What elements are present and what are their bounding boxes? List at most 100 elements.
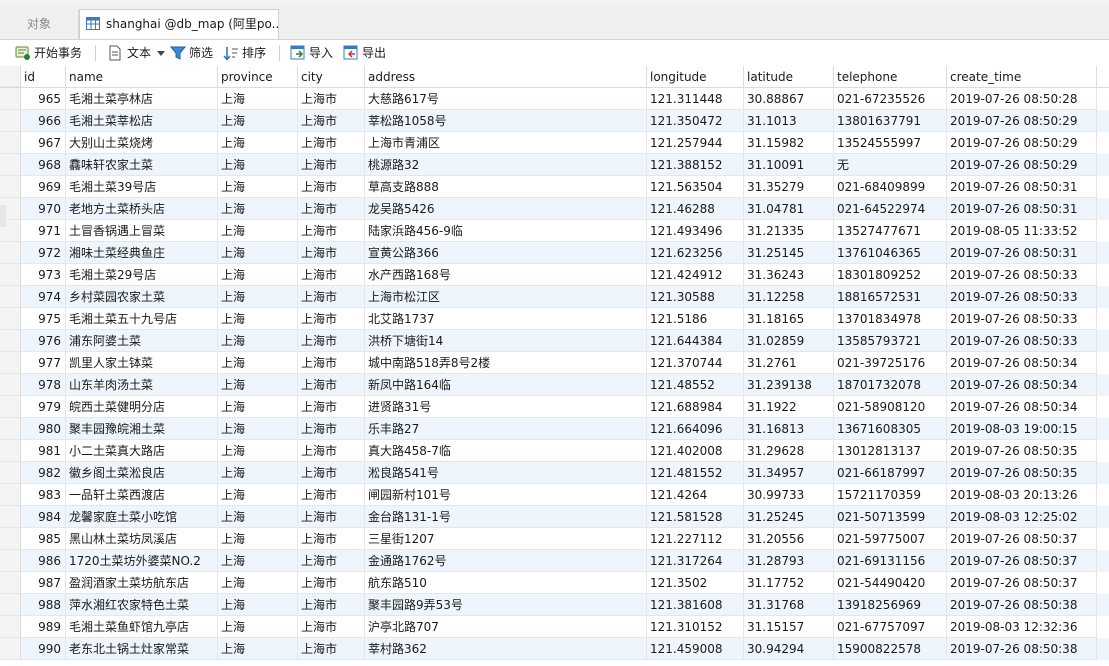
table-cell-longitude[interactable]: 121.481552 [647,462,744,484]
table-cell-longitude[interactable]: 121.227112 [647,528,744,550]
table-cell-id[interactable]: 988 [21,594,66,616]
table-cell-longitude[interactable]: 121.664096 [647,418,744,440]
table-cell-name[interactable]: 徽乡阁土菜淞良店 [66,462,218,484]
table-cell-city[interactable]: 上海市 [298,462,365,484]
table-cell-id[interactable]: 980 [21,418,66,440]
row-selector[interactable] [0,462,21,484]
table-cell-id[interactable]: 982 [21,462,66,484]
table-cell-id[interactable]: 979 [21,396,66,418]
table-cell-province[interactable]: 上海 [218,264,298,286]
row-selector[interactable] [0,352,21,374]
table-cell-name[interactable]: 盈润酒家土菜坊航东店 [66,572,218,594]
table-row[interactable]: 987 盈润酒家土菜坊航东店 上海 上海市 航东路510 121.3502 31.17752… [0,572,1109,594]
table-cell-id[interactable]: 973 [21,264,66,286]
table-cell-address[interactable]: 上海市松江区 [365,286,647,308]
table-cell-telephone[interactable]: 021-59775007 [834,528,947,550]
table-cell-province[interactable]: 上海 [218,374,298,396]
table-cell-latitude[interactable]: 31.02859 [744,330,834,352]
table-cell-name[interactable]: 黑山林土菜坊凤溪店 [66,528,218,550]
table-cell-address[interactable]: 三星街1207 [365,528,647,550]
table-cell-city[interactable]: 上海市 [298,242,365,264]
table-cell-latitude[interactable]: 31.17752 [744,572,834,594]
table-cell-latitude[interactable]: 31.1922 [744,396,834,418]
row-selector[interactable] [0,396,21,418]
table-cell-id[interactable]: 984 [21,506,66,528]
table-cell-id[interactable]: 978 [21,374,66,396]
table-cell-create-time[interactable]: 2019-07-26 08:50:37 [947,550,1097,572]
table-cell-create-time[interactable]: 2019-07-26 08:50:29 [947,110,1097,132]
table-cell-id[interactable]: 989 [21,616,66,638]
import-button[interactable]: 导入 [290,44,336,62]
table-cell-province[interactable]: 上海 [218,110,298,132]
table-cell-telephone[interactable]: 021-68409899 [834,176,947,198]
table-cell-address[interactable]: 金通路1762号 [365,550,647,572]
table-cell-latitude[interactable]: 30.94294 [744,638,834,660]
table-cell-telephone[interactable]: 13527477671 [834,220,947,242]
table-row[interactable]: 981 小二土菜真大路店 上海 上海市 真大路458-7临 121.402008 31.29… [0,440,1109,462]
table-cell-address[interactable]: 宣黄公路366 [365,242,647,264]
table-cell-id[interactable]: 974 [21,286,66,308]
table-cell-create-time[interactable]: 2019-07-26 08:50:29 [947,132,1097,154]
table-cell-latitude[interactable]: 31.2761 [744,352,834,374]
data-grid[interactable]: id name province city address longitude latitu… [0,66,1109,666]
table-cell-longitude[interactable]: 121.581528 [647,506,744,528]
table-cell-province[interactable]: 上海 [218,462,298,484]
table-cell-name[interactable]: 萍水湘红农家特色土菜 [66,594,218,616]
table-cell-latitude[interactable]: 31.35279 [744,176,834,198]
table-cell-address[interactable]: 真大路458-7临 [365,440,647,462]
table-cell-latitude[interactable]: 30.99733 [744,484,834,506]
table-row[interactable]: 967 大别山土菜烧烤 上海 上海市 上海市青浦区 121.257944 31.15982 1… [0,132,1109,154]
table-cell-address[interactable]: 水产西路168号 [365,264,647,286]
row-selector[interactable] [0,506,21,528]
table-cell-city[interactable]: 上海市 [298,88,365,110]
table-cell-name[interactable]: 毛湘土菜39号店 [66,176,218,198]
table-cell-city[interactable]: 上海市 [298,132,365,154]
table-cell-name[interactable]: 1720土菜坊外婆菜NO.2 [66,550,218,572]
table-cell-latitude[interactable]: 31.29628 [744,440,834,462]
table-cell-address[interactable]: 莘松路1058号 [365,110,647,132]
table-cell-province[interactable]: 上海 [218,396,298,418]
table-cell-city[interactable]: 上海市 [298,572,365,594]
table-cell-name[interactable]: 毛湘土菜五十九号店 [66,308,218,330]
row-selector[interactable] [0,484,21,506]
table-cell-address[interactable]: 龙吴路5426 [365,198,647,220]
table-cell-telephone[interactable]: 021-39725176 [834,352,947,374]
column-header-province[interactable]: province [218,66,298,87]
table-cell-create-time[interactable]: 2019-07-26 08:50:33 [947,308,1097,330]
table-cell-telephone[interactable]: 021-50713599 [834,506,947,528]
row-selector[interactable] [0,176,21,198]
table-cell-city[interactable]: 上海市 [298,440,365,462]
export-button[interactable]: 导出 [343,44,389,62]
table-cell-address[interactable]: 进贤路31号 [365,396,647,418]
row-selector[interactable] [0,330,21,352]
table-cell-city[interactable]: 上海市 [298,616,365,638]
row-selector[interactable] [0,418,21,440]
table-cell-id[interactable]: 969 [21,176,66,198]
table-cell-province[interactable]: 上海 [218,616,298,638]
table-cell-province[interactable]: 上海 [218,176,298,198]
table-cell-city[interactable]: 上海市 [298,110,365,132]
table-row[interactable]: 969 毛湘土菜39号店 上海 上海市 草高支路888 121.563504 31.3527… [0,176,1109,198]
table-cell-province[interactable]: 上海 [218,572,298,594]
table-cell-id[interactable]: 971 [21,220,66,242]
table-cell-name[interactable]: 老东北土锅土灶家常菜 [66,638,218,660]
table-cell-address[interactable]: 莘村路362 [365,638,647,660]
table-cell-longitude[interactable]: 121.311448 [647,88,744,110]
table-cell-create-time[interactable]: 2019-07-26 08:50:35 [947,440,1097,462]
table-cell-longitude[interactable]: 121.644384 [647,330,744,352]
table-cell-telephone[interactable]: 无 [834,154,947,176]
table-cell-province[interactable]: 上海 [218,506,298,528]
table-row[interactable]: 968 馫味轩农家土菜 上海 上海市 桃源路32 121.388152 31.10091 无 2… [0,154,1109,176]
table-cell-name[interactable]: 大别山土菜烧烤 [66,132,218,154]
table-cell-longitude[interactable]: 121.48552 [647,374,744,396]
row-selector[interactable] [0,154,21,176]
table-cell-city[interactable]: 上海市 [298,374,365,396]
table-cell-longitude[interactable]: 121.493496 [647,220,744,242]
table-cell-province[interactable]: 上海 [218,220,298,242]
table-cell-address[interactable]: 聚丰园路9弄53号 [365,594,647,616]
table-cell-city[interactable]: 上海市 [298,418,365,440]
column-header-create-time[interactable]: create_time [947,66,1097,87]
table-cell-id[interactable]: 990 [21,638,66,660]
column-header-city[interactable]: city [298,66,365,87]
row-selector[interactable] [0,264,21,286]
